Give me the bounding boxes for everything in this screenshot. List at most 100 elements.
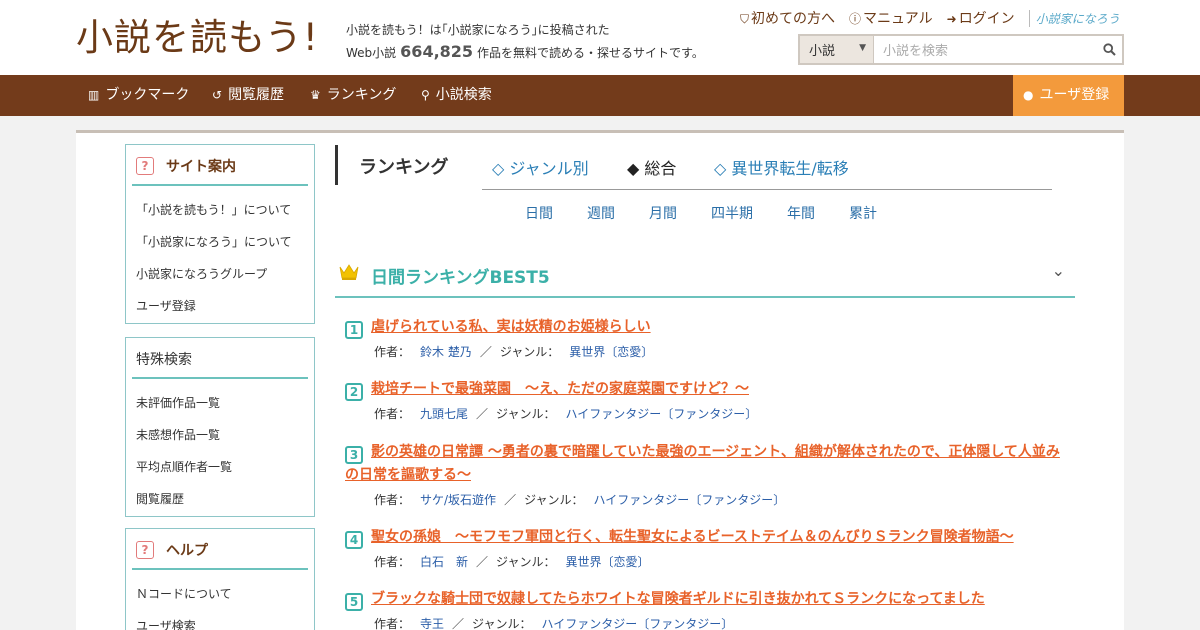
ranking-entry: 5 ブラックな騎士団で奴隷してたらホワイトな冒険者ギルドに引き抜かれてＳランクにな…: [345, 588, 1065, 630]
site-logo[interactable]: 小説を読もう!: [76, 14, 319, 62]
ranking-title-bar: [335, 145, 338, 185]
ranking-entry: 2 栽培チートで最強菜園 ～え、ただの家庭菜園ですけど？～ 作者： 九頭七尾 ／ ジャン…: [345, 378, 1065, 422]
rank-number: 3: [345, 446, 363, 464]
genre-link[interactable]: 異世界〔恋愛〕: [569, 345, 653, 359]
nav-search[interactable]: ⚲ 小説検索: [421, 75, 492, 116]
shield-icon: ⛉: [740, 12, 750, 26]
search-type-select[interactable]: 小説 ▼: [800, 36, 874, 63]
genre-link[interactable]: ハイファンタジー〔ファンタジー〕: [565, 407, 757, 421]
nav-bookmark[interactable]: ▥ ブックマーク: [88, 75, 189, 116]
nav-history[interactable]: ↺ 閲覧履歴: [212, 75, 284, 116]
entry-meta: 作者： サケ/坂石遊作 ／ ジャンル： ハイファンタジー〔ファンタジー〕: [374, 491, 1065, 508]
crown-icon: [339, 264, 359, 280]
period-yearly[interactable]: 年間: [787, 203, 815, 223]
work-title-link[interactable]: 虐げられている私、実は妖精のお姫様らしい: [371, 319, 651, 335]
manual-link[interactable]: ⓘ マニュアル: [849, 8, 933, 28]
work-count: 664,825: [400, 42, 474, 61]
question-icon: ?: [136, 541, 154, 559]
period-quarterly[interactable]: 四半期: [711, 203, 753, 223]
nav-ranking[interactable]: ♛ ランキング: [310, 75, 396, 116]
sidebar-item-history[interactable]: 閲覧履歴: [136, 483, 304, 515]
tab-genre[interactable]: ◇ ジャンル別: [492, 155, 589, 179]
sidebar-item-author-average[interactable]: 平均点順作者一覧: [136, 451, 304, 483]
ranking-entry: 1 虐げられている私、実は妖精のお姫様らしい 作者： 鈴木 楚乃 ／ ジャンル： 異世界〔…: [345, 316, 1065, 360]
sidebar-item-no-impressions[interactable]: 未感想作品一覧: [136, 419, 304, 451]
beginners-link[interactable]: ⛉ 初めての方へ: [740, 8, 835, 28]
entry-title-line: 2 栽培チートで最強菜園 ～え、ただの家庭菜園ですけど？～: [345, 378, 1065, 401]
sidebar-item-ncode[interactable]: Ｎコードについて: [136, 578, 304, 610]
special-search-box: 特殊検索 未評価作品一覧 未感想作品一覧 平均点順作者一覧 閲覧履歴: [125, 337, 315, 517]
period-daily[interactable]: 日間: [525, 203, 553, 223]
entry-title-line: 4 聖女の孫娘 ～モフモフ軍団と行く、転生聖女によるビーストテイム＆のんびりＳラン…: [345, 526, 1065, 549]
history-icon: ↺: [212, 88, 223, 102]
period-total[interactable]: 累計: [849, 203, 877, 223]
help-box: ? ヘルプ Ｎコードについて ユーザ検索: [125, 528, 315, 630]
entry-meta: 作者： 白石 新 ／ ジャンル： 異世界〔恋愛〕: [374, 553, 1065, 570]
author-link[interactable]: 寺王: [420, 617, 444, 630]
author-link[interactable]: 九頭七尾: [420, 407, 468, 421]
chevron-down-icon[interactable]: ⌄: [1052, 261, 1065, 280]
special-search-title: 特殊検索: [132, 338, 308, 379]
genre-label: ジャンル：: [472, 617, 532, 630]
sidebar-item-narou-group[interactable]: 小説家になろうグループ: [136, 258, 304, 290]
search-icon: ⚲: [421, 88, 430, 102]
search-input[interactable]: 小説を検索: [874, 36, 1096, 63]
login-link[interactable]: ➜ ログイン: [947, 8, 1015, 28]
entry-meta: 作者： 鈴木 楚乃 ／ ジャンル： 異世界〔恋愛〕: [374, 343, 1065, 360]
search-button[interactable]: [1096, 36, 1122, 63]
meta-separator: ／: [476, 555, 489, 569]
sidebar-item-unrated[interactable]: 未評価作品一覧: [136, 387, 304, 419]
author-label: 作者：: [374, 345, 411, 359]
work-title-link[interactable]: ブラックな騎士団で奴隷してたらホワイトな冒険者ギルドに引き抜かれてＳランクになっ…: [371, 591, 985, 607]
entry-meta: 作者： 寺王 ／ ジャンル： ハイファンタジー〔ファンタジー〕: [374, 615, 1065, 630]
site-guide-box: ? サイト案内 「小説を読もう！」について 「小説家になろう」について 小説家に…: [125, 144, 315, 324]
help-title-text: ヘルプ: [166, 543, 208, 559]
nav-search-label: 小説検索: [435, 87, 492, 103]
tagline-line1: 小説を読もう！は｢小説家になろう｣に投稿された: [346, 23, 610, 37]
tagline-line2: Web小説 664,825 作品を無料で読める・探せるサイトです。: [346, 41, 704, 64]
register-button[interactable]: ● ユーザ登録: [1013, 75, 1124, 116]
partner-logo[interactable]: 小説家になろう: [1028, 9, 1120, 27]
sidebar-item-user-register[interactable]: ユーザ登録: [136, 290, 304, 322]
search-icon: [1102, 43, 1116, 56]
tab-divider: [482, 189, 1052, 190]
ranking-entry: 4 聖女の孫娘 ～モフモフ軍団と行く、転生聖女によるビーストテイム＆のんびりＳラン…: [345, 526, 1065, 570]
sidebar-item-about-narou[interactable]: 「小説家になろう」について: [136, 226, 304, 258]
period-monthly[interactable]: 月間: [649, 203, 677, 223]
period-weekly[interactable]: 週間: [587, 203, 615, 223]
work-title-link[interactable]: 影の英雄の日常譚 ～勇者の裏で暗躍していた最強のエージェント、組織が解体されたの…: [345, 444, 1060, 483]
genre-link[interactable]: 異世界〔恋愛〕: [565, 555, 649, 569]
work-title-link[interactable]: 栽培チートで最強菜園 ～え、ただの家庭菜園ですけど？～: [371, 381, 749, 397]
sidebar-item-user-search[interactable]: ユーザ検索: [136, 610, 304, 630]
author-label: 作者：: [374, 407, 411, 421]
daily-best5-header[interactable]: 日間ランキングBEST5 ⌄: [335, 253, 1075, 298]
top-links: ⛉ 初めての方へ ⓘ マニュアル ➜ ログイン 小説家になろう: [740, 8, 1120, 28]
genre-link[interactable]: ハイファンタジー〔ファンタジー〕: [593, 493, 785, 507]
ranking-title: ランキング: [359, 157, 449, 178]
meta-separator: ／: [479, 345, 492, 359]
help-circle-icon: ⓘ: [849, 12, 862, 26]
meta-separator: ／: [476, 407, 489, 421]
sidebar-item-about-yomou[interactable]: 「小説を読もう！」について: [136, 194, 304, 226]
bookshelf-icon: ▥: [88, 88, 100, 102]
entry-title-line: 5 ブラックな騎士団で奴隷してたらホワイトな冒険者ギルドに引き抜かれてＳランクにな…: [345, 588, 1065, 611]
genre-label: ジャンル：: [499, 345, 560, 359]
genre-label: ジャンル：: [496, 555, 556, 569]
manual-link-label: マニュアル: [863, 11, 933, 27]
author-label: 作者：: [374, 493, 411, 507]
author-link[interactable]: 鈴木 楚乃: [420, 345, 472, 359]
nav-history-label: 閲覧履歴: [228, 87, 285, 103]
search-type-value: 小説: [809, 44, 836, 59]
genre-link[interactable]: ハイファンタジー〔ファンタジー〕: [541, 617, 733, 630]
author-label: 作者：: [374, 617, 411, 630]
tagline-suffix: 作品を無料で読める・探せるサイトです。: [477, 46, 704, 60]
work-title-link[interactable]: 聖女の孫娘 ～モフモフ軍団と行く、転生聖女によるビーストテイム＆のんびりＳランク…: [371, 529, 1014, 545]
tab-overall[interactable]: ◆ 総合: [627, 155, 676, 179]
author-link[interactable]: 白石 新: [420, 555, 468, 569]
login-icon: ➜: [946, 12, 957, 26]
tab-isekai[interactable]: ◇ 異世界転生/転移: [714, 155, 849, 179]
search-box: 小説 ▼ 小説を検索: [798, 34, 1124, 65]
author-link[interactable]: サケ/坂石遊作: [420, 493, 496, 507]
user-icon: ●: [1023, 88, 1034, 102]
ranking-entry: 3 影の英雄の日常譚 ～勇者の裏で暗躍していた最強のエージェント、組織が解体された…: [345, 441, 1065, 508]
